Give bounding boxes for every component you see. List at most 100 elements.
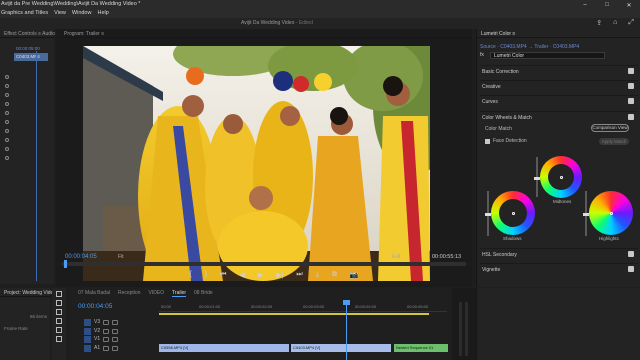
- timeline-playhead[interactable]: [346, 302, 347, 360]
- scrub-playhead[interactable]: [64, 260, 67, 268]
- timeline-clip[interactable]: C0556.MP4 [V]: [159, 344, 289, 352]
- shadows-slider[interactable]: [485, 191, 491, 236]
- ripple-edit-tool-icon[interactable]: [56, 309, 62, 315]
- keyframe-icon[interactable]: [5, 156, 9, 160]
- timeline-timecode[interactable]: 00:00:04:05: [78, 303, 112, 310]
- pen-tool-icon[interactable]: [56, 336, 62, 342]
- keyframe-icon[interactable]: [5, 129, 9, 133]
- timeline-clip[interactable]: Nested Sequence 01: [394, 344, 448, 352]
- mark-out-button[interactable]: }: [205, 271, 207, 281]
- keyframe-icon[interactable]: [5, 111, 9, 115]
- shadows-wheel-puck[interactable]: [511, 211, 515, 215]
- slip-tool-icon[interactable]: [56, 327, 62, 333]
- minimize-button[interactable]: –: [574, 0, 596, 10]
- highlights-wheel-puck[interactable]: [609, 211, 613, 215]
- lock-icon[interactable]: [103, 336, 110, 342]
- checkbox-basic-correction[interactable]: [628, 68, 634, 74]
- keyframe-icon[interactable]: [5, 75, 9, 79]
- checkbox-color-wheels[interactable]: [628, 114, 634, 120]
- home-icon[interactable]: ⌂: [613, 19, 617, 27]
- maximize-button[interactable]: □: [596, 0, 618, 10]
- program-scrub-bar[interactable]: [62, 260, 466, 268]
- checkbox-vignette[interactable]: [628, 266, 634, 272]
- lumetri-source[interactable]: Source · C0403.MP4 → Trailer · C0403.MP4: [480, 44, 579, 50]
- section-hsl-secondary[interactable]: HSL Secondary: [480, 248, 638, 258]
- section-vignette[interactable]: Vignette: [480, 263, 638, 273]
- tab-video[interactable]: VIDEO: [148, 288, 164, 297]
- lumetri-tab[interactable]: Lumetri Color ≡: [477, 29, 640, 38]
- program-timecode[interactable]: 00:00:04:05: [65, 254, 97, 260]
- tab-bride[interactable]: 08 Bride: [194, 288, 213, 297]
- shadows-wheel[interactable]: [491, 191, 535, 235]
- keyframe-icon[interactable]: [5, 147, 9, 151]
- checkbox-hsl-secondary[interactable]: [628, 251, 634, 257]
- track-target-v3[interactable]: [84, 318, 91, 326]
- apply-match-button[interactable]: Apply Match: [599, 138, 629, 145]
- export-frame-button[interactable]: 📷: [350, 271, 359, 281]
- tab-trailer[interactable]: Trailer: [172, 288, 187, 297]
- section-creative[interactable]: Creative: [480, 80, 638, 90]
- track-target-v1[interactable]: [84, 335, 91, 343]
- face-detection-checkbox[interactable]: [485, 138, 490, 144]
- work-area-bar[interactable]: [159, 313, 429, 315]
- zoom-fit-select[interactable]: Fit: [118, 254, 124, 260]
- section-basic-correction[interactable]: Basic Correction: [480, 65, 638, 75]
- keyframe-icon[interactable]: [5, 102, 9, 106]
- keyframe-icon[interactable]: [5, 93, 9, 97]
- eye-icon[interactable]: [112, 328, 119, 334]
- menu-graphics[interactable]: Graphics and Titles: [1, 10, 48, 18]
- selection-tool-icon[interactable]: [56, 291, 62, 297]
- program-frame[interactable]: [83, 46, 430, 281]
- lock-icon[interactable]: [103, 328, 110, 334]
- step-forward-button[interactable]: ▶|: [276, 271, 283, 281]
- program-tab[interactable]: Program: Trailer ≡: [60, 29, 472, 38]
- midtones-slider[interactable]: [534, 157, 540, 197]
- effect-controls-tab[interactable]: Effect Controls ≡ Audio Clip Mixer: Trai…: [0, 29, 95, 38]
- eye-icon[interactable]: [112, 345, 119, 351]
- step-back-button[interactable]: ◀: [239, 271, 244, 281]
- go-to-in-button[interactable]: ⏮: [220, 271, 226, 281]
- track-target-a1[interactable]: [84, 344, 91, 352]
- share-icon[interactable]: ⤢: [628, 19, 634, 27]
- highlights-slider[interactable]: [583, 191, 589, 236]
- eye-icon[interactable]: [112, 319, 119, 325]
- lift-button[interactable]: ⤓: [316, 271, 319, 281]
- checkbox-curves[interactable]: [628, 98, 634, 104]
- razor-tool-icon[interactable]: [56, 318, 62, 324]
- tab-reception[interactable]: Reception: [118, 288, 141, 297]
- play-button[interactable]: ▶: [258, 271, 263, 281]
- eye-icon[interactable]: [112, 336, 119, 342]
- keyframe-icon[interactable]: [5, 120, 9, 124]
- track-select-tool-icon[interactable]: [56, 300, 62, 306]
- comparison-view-button[interactable]: Comparison View: [591, 124, 629, 132]
- menu-view[interactable]: View: [54, 10, 66, 18]
- lumetri-effect-select[interactable]: Lumetri Color: [490, 52, 605, 59]
- section-curves[interactable]: Curves: [480, 95, 638, 105]
- frame-rate-column-header[interactable]: Frame Rate: [4, 326, 28, 331]
- checkbox-creative[interactable]: [628, 83, 634, 89]
- resolution-select[interactable]: Full: [392, 254, 400, 260]
- midtones-wheel-puck[interactable]: [559, 175, 563, 179]
- project-tab[interactable]: Project: Wedding Video ≡: [0, 288, 60, 297]
- highlights-wheel[interactable]: [589, 191, 633, 235]
- source-clip[interactable]: C0403.MP4: [14, 53, 48, 61]
- face-detection-row[interactable]: Face Detection: [485, 138, 527, 144]
- tab-mala-badal[interactable]: 07 Mala Badal: [78, 288, 110, 297]
- menu-help[interactable]: Help: [97, 10, 108, 18]
- extract-button[interactable]: ⧉: [332, 271, 337, 281]
- track-target-v2[interactable]: [84, 327, 91, 335]
- lock-icon[interactable]: [103, 319, 110, 325]
- lock-icon[interactable]: [103, 345, 110, 351]
- effect-playhead[interactable]: [36, 51, 37, 281]
- go-to-out-button[interactable]: ⏭: [296, 271, 302, 281]
- close-button[interactable]: ✕: [618, 0, 640, 10]
- keyframe-icon[interactable]: [5, 138, 9, 142]
- keyframe-icon[interactable]: [5, 84, 9, 88]
- time-ruler[interactable]: 00:00 00:00:01:00 00:00:02:00 00:00:03:0…: [159, 304, 447, 312]
- timeline-clip[interactable]: C0403.MP4 [V]: [291, 344, 391, 352]
- section-color-wheels[interactable]: Color Wheels & Match: [480, 111, 638, 121]
- export-icon[interactable]: ⇪: [596, 19, 602, 27]
- menu-window[interactable]: Window: [72, 10, 92, 18]
- midtones-wheel[interactable]: [540, 156, 582, 198]
- mark-in-button[interactable]: {: [189, 271, 191, 281]
